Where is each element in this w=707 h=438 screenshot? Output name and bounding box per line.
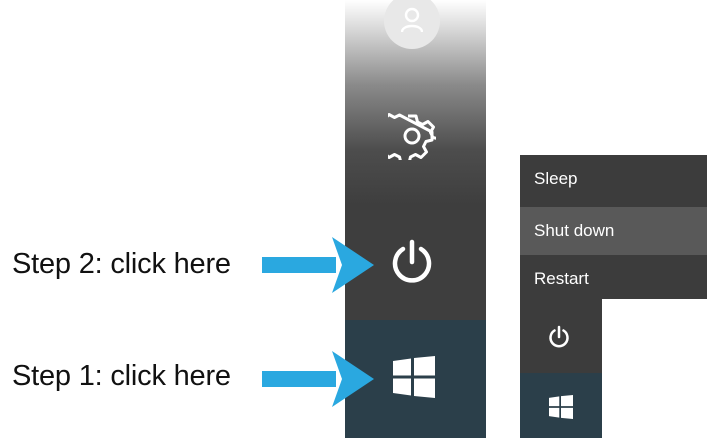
windows-icon [549, 395, 573, 419]
power-menu: Sleep Shut down Restart [520, 155, 707, 299]
power-icon[interactable] [388, 238, 436, 286]
step-2-label: Step 2: click here [12, 248, 231, 280]
arrow-icon [262, 237, 374, 293]
arrow-icon [262, 351, 374, 407]
windows-icon[interactable] [393, 356, 435, 398]
menu-item-restart[interactable]: Restart [520, 255, 707, 303]
gear-icon[interactable] [388, 112, 436, 160]
menu-item-shut-down[interactable]: Shut down [520, 207, 707, 255]
power-icon [549, 325, 569, 348]
menu-item-sleep[interactable]: Sleep [520, 155, 707, 203]
start-button[interactable] [520, 373, 602, 438]
power-button[interactable] [520, 299, 602, 373]
user-icon [401, 7, 423, 33]
step-1-label: Step 1: click here [12, 360, 231, 392]
